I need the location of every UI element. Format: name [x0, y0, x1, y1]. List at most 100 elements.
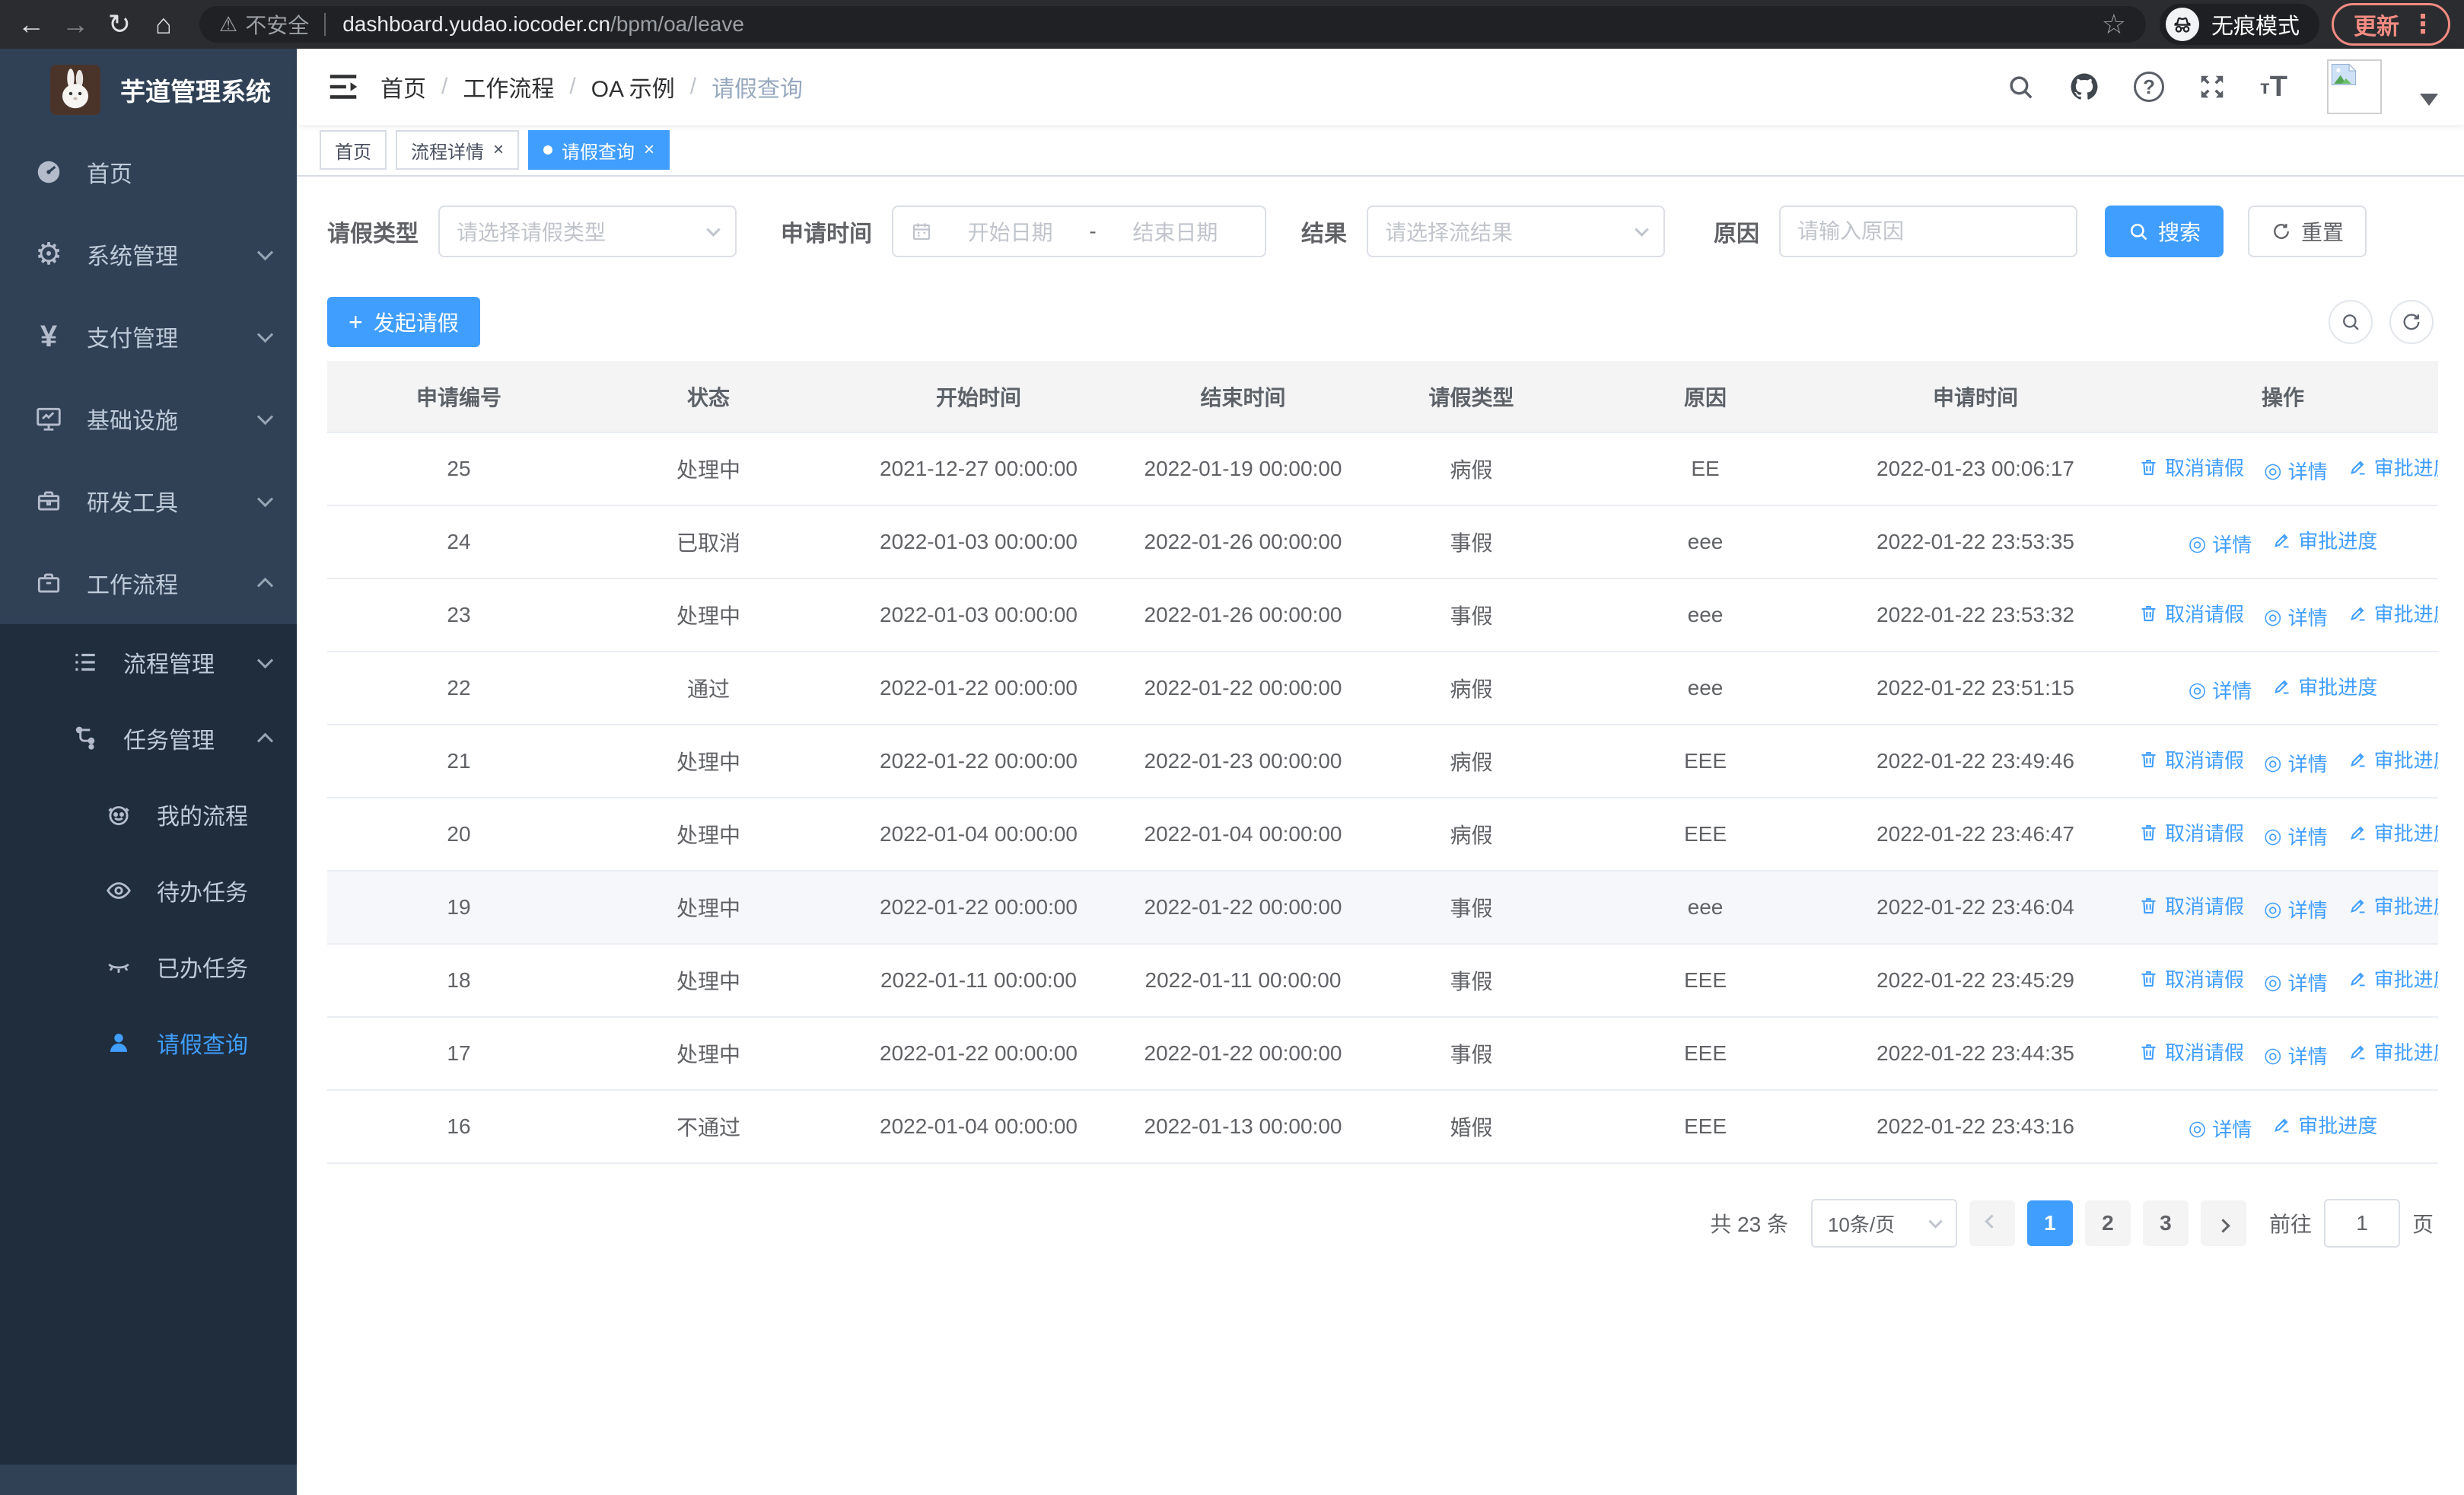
help-icon[interactable]: ?: [2134, 72, 2165, 102]
tab-首页[interactable]: 首页: [320, 130, 387, 170]
cancel-action-link[interactable]: 取消请假: [2138, 964, 2244, 993]
browser-home-icon[interactable]: ⌂: [142, 0, 186, 49]
breadcrumb-item[interactable]: OA 示例: [591, 70, 675, 104]
page-button-2[interactable]: 2: [2084, 1200, 2131, 1246]
progress-action-link[interactable]: 审批进度: [2271, 1111, 2377, 1139]
sidebar-item-home[interactable]: 首页: [0, 131, 297, 213]
browser-reload-icon[interactable]: ↻: [97, 0, 142, 49]
progress-action-link[interactable]: 审批进度: [2348, 599, 2438, 627]
create-leave-button[interactable]: + 发起请假: [327, 297, 480, 347]
result-select[interactable]: 请选择流结果: [1367, 206, 1665, 257]
close-icon[interactable]: ×: [644, 141, 654, 159]
detail-action-link[interactable]: ◎ 详情: [2264, 822, 2328, 850]
search-button[interactable]: 搜索: [2105, 206, 2224, 257]
cancel-action-link[interactable]: 取消请假: [2138, 745, 2244, 773]
refresh-icon[interactable]: [2389, 300, 2434, 344]
detail-action-link[interactable]: ◎ 详情: [2264, 749, 2328, 777]
cell-reason: eee: [1587, 505, 1823, 579]
sidebar-item-my-process[interactable]: 我的流程: [0, 776, 297, 853]
cancel-action-link[interactable]: 取消请假: [2138, 818, 2244, 846]
font-size-icon[interactable]: тT: [2260, 72, 2287, 101]
detail-action-link[interactable]: ◎ 详情: [2264, 457, 2328, 485]
sidebar-item-system-mgmt[interactable]: ⚙ 系统管理: [0, 213, 297, 295]
cancel-action-link[interactable]: 取消请假: [2138, 599, 2244, 627]
user-avatar[interactable]: [2327, 59, 2382, 114]
progress-action-link[interactable]: 审批进度: [2348, 1038, 2438, 1066]
table-tools: [2329, 300, 2434, 344]
browser-back-icon[interactable]: ←: [9, 0, 53, 49]
bookmark-star-icon[interactable]: ☆: [2102, 8, 2126, 40]
detail-action-link[interactable]: ◎ 详情: [2189, 676, 2252, 704]
sidebar-item-infrastructure[interactable]: 基础设施: [0, 378, 297, 460]
sidebar-item-label: 任务管理: [123, 728, 215, 754]
url-divider: [324, 13, 326, 36]
sidebar-item-dev-tools[interactable]: 研发工具: [0, 460, 297, 542]
cell-actions: 取消请假 ◎详情 审批进度: [2128, 798, 2438, 872]
table-toolbar: + 发起请假: [327, 297, 2434, 347]
github-icon[interactable]: [2068, 71, 2100, 103]
progress-action-link[interactable]: 审批进度: [2348, 891, 2438, 920]
sidebar-item-task-mgmt[interactable]: 任务管理: [0, 700, 297, 776]
cancel-action-link[interactable]: 取消请假: [2138, 891, 2244, 920]
page-size-select[interactable]: 10条/页: [1810, 1199, 1957, 1248]
leave-table: 申请编号 状态 开始时间 结束时间 请假类型 原因 申请时间 操作 25 处理中 2021-12-…: [327, 361, 2438, 1164]
progress-action-link[interactable]: 审批进度: [2271, 526, 2377, 554]
detail-action-link[interactable]: ◎ 详情: [2264, 968, 2328, 996]
sidebar-toggle-icon[interactable]: [326, 69, 361, 104]
avatar-dropdown-icon[interactable]: [2420, 94, 2438, 106]
reason-input[interactable]: [1781, 207, 2076, 256]
face-icon: [102, 800, 135, 829]
sidebar-item-done-tasks[interactable]: 已办任务: [0, 929, 297, 1005]
sidebar-item-workflow[interactable]: 工作流程: [0, 542, 297, 624]
reset-button[interactable]: 重置: [2248, 206, 2367, 257]
leave-type-label: 请假类型: [327, 222, 419, 247]
detail-action-link[interactable]: ◎ 详情: [2264, 1041, 2328, 1069]
sidebar-item-leave-query[interactable]: 请假查询: [0, 1005, 297, 1081]
view-icon: ◎: [2264, 459, 2282, 482]
cancel-action-link[interactable]: 取消请假: [2138, 453, 2244, 481]
tab-请假查询[interactable]: 请假查询 ×: [528, 130, 670, 170]
progress-action-link[interactable]: 审批进度: [2348, 453, 2438, 481]
detail-action-link[interactable]: ◎ 详情: [2189, 1114, 2252, 1143]
sidebar-item-todo-tasks[interactable]: 待办任务: [0, 853, 297, 929]
next-page-button[interactable]: [2200, 1200, 2246, 1246]
search-icon[interactable]: [2006, 72, 2035, 101]
update-button[interactable]: 更新 ⋮: [2332, 3, 2450, 46]
page-button-3[interactable]: 3: [2142, 1200, 2189, 1246]
progress-action-link[interactable]: 审批进度: [2348, 964, 2438, 993]
tab-流程详情[interactable]: 流程详情 ×: [396, 130, 520, 170]
sidebar-item-process-mgmt[interactable]: 流程管理: [0, 624, 297, 700]
apply-time-range-picker[interactable]: 开始日期 - 结束日期: [892, 206, 1266, 257]
action-label: 详情: [2212, 534, 2252, 556]
breadcrumb-item[interactable]: 工作流程: [463, 70, 554, 104]
cell-applied: 2022-01-22 23:43:16: [1823, 1090, 2128, 1164]
app-logo[interactable]: 芋道管理系统: [0, 49, 297, 131]
cancel-action-link[interactable]: 取消请假: [2138, 1038, 2244, 1066]
cell-id: 22: [327, 652, 591, 725]
fullscreen-icon[interactable]: [2198, 72, 2227, 101]
prev-page-button[interactable]: [1969, 1200, 2015, 1246]
progress-action-link[interactable]: 审批进度: [2271, 672, 2377, 700]
breadcrumb-item[interactable]: 首页: [380, 70, 426, 104]
action-label: 审批进度: [2298, 1114, 2378, 1137]
detail-action-link[interactable]: ◎ 详情: [2264, 895, 2328, 923]
cell-actions: 取消请假 ◎详情 审批进度: [2128, 432, 2438, 506]
cell-end: 2022-01-22 00:00:00: [1131, 1017, 1355, 1091]
page-button-1[interactable]: 1: [2026, 1200, 2073, 1246]
detail-action-link[interactable]: ◎ 详情: [2264, 603, 2328, 631]
url-bar[interactable]: ⚠ 不安全 dashboard.yudao.iocoder.cn /bpm/oa…: [199, 6, 2146, 43]
cell-status: 已取消: [591, 505, 826, 579]
cell-status: 处理中: [591, 944, 826, 1018]
leave-type-select[interactable]: 请选择请假类型: [438, 206, 737, 257]
cell-reason: EEE: [1587, 1090, 1823, 1164]
browser-menu-icon[interactable]: ⋮: [2410, 11, 2436, 37]
close-icon[interactable]: ×: [493, 141, 504, 159]
progress-action-link[interactable]: 审批进度: [2348, 745, 2438, 773]
sidebar-item-payment-mgmt[interactable]: ¥ 支付管理: [0, 295, 297, 378]
show-search-icon[interactable]: [2329, 300, 2373, 344]
progress-action-link[interactable]: 审批进度: [2348, 818, 2438, 846]
detail-action-link[interactable]: ◎ 详情: [2189, 530, 2252, 558]
goto-page-input[interactable]: [2323, 1199, 2400, 1248]
monitor-icon: [37, 407, 61, 431]
browser-forward-icon[interactable]: →: [53, 0, 97, 49]
